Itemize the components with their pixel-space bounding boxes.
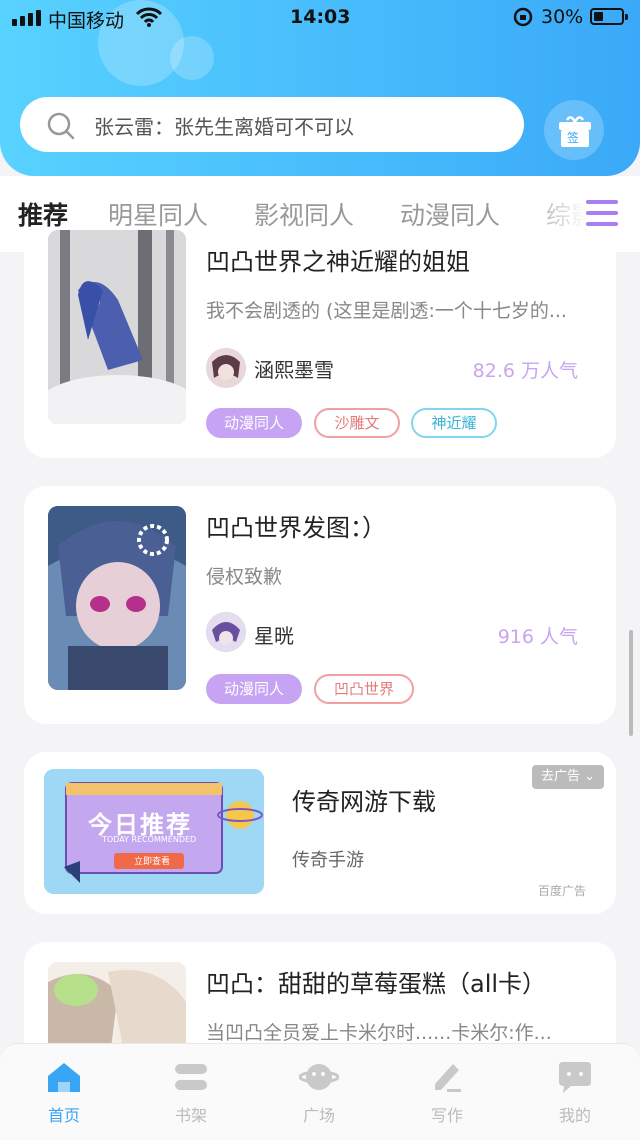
nav-label: 首页 <box>47 1106 80 1125</box>
ad-title: 传奇网游下载 <box>292 788 436 816</box>
ad-subtitle: 传奇手游 <box>292 850 364 871</box>
planet-icon <box>298 1064 340 1090</box>
popularity: 82.6 万人气 <box>472 360 578 382</box>
battery-percent: 30% <box>541 6 584 28</box>
tabs-overlay <box>0 176 640 252</box>
status-bar: 中国移动 14:03 30% <box>0 0 640 36</box>
search-bar[interactable]: 张云雷：张先生离婚可不可以 <box>20 97 524 152</box>
decor-bubble <box>170 36 214 80</box>
battery-icon <box>590 8 628 25</box>
tag[interactable]: 神近耀 <box>411 408 497 438</box>
header: 中国移动 14:03 30% 张云雷：张先生离婚可不可以 签 <box>0 0 640 176</box>
carrier-label: 中国移动 <box>48 10 125 32</box>
tag[interactable]: 凹凸世界 <box>314 674 414 704</box>
story-cover <box>48 506 186 690</box>
author-name[interactable]: 涵熙墨雪 <box>254 354 334 383</box>
story-card[interactable]: 凹凸世界之神近耀的姐姐 我不会剧透的 (这里是剧透:一个十七岁的... 涵熙墨雪… <box>24 230 616 458</box>
avatar[interactable] <box>206 348 246 388</box>
nav-label: 广场 <box>302 1106 335 1125</box>
search-icon <box>47 112 75 140</box>
pen-icon <box>435 1064 461 1092</box>
story-cover <box>48 230 186 424</box>
bookshelf-icon <box>175 1064 207 1090</box>
bottom-nav: 首页 书架 广场 写作 我的 <box>0 1043 640 1140</box>
nav-bookshelf[interactable]: 书架 <box>151 1060 231 1126</box>
rotation-lock-icon <box>513 7 533 27</box>
tag[interactable]: 动漫同人 <box>206 408 302 438</box>
clock: 14:03 <box>290 6 351 28</box>
story-desc: 侵权致歉 <box>206 566 283 588</box>
popularity: 916 人气 <box>497 626 578 648</box>
search-placeholder: 张云雷：张先生离婚可不可以 <box>94 115 354 139</box>
story-title: 凹凸：甜甜的草莓蛋糕（all卡） <box>206 970 547 998</box>
cover-image <box>48 506 186 690</box>
cover-image <box>48 230 186 424</box>
author-name[interactable]: 星晄 <box>254 620 294 649</box>
nav-label: 写作 <box>430 1106 463 1125</box>
avatar[interactable] <box>206 612 246 652</box>
tag[interactable]: 沙雕文 <box>314 408 400 438</box>
story-desc: 当凹凸全员爱上卡米尔时......卡米尔:作... <box>206 1022 552 1044</box>
nav-square[interactable]: 广场 <box>279 1060 359 1126</box>
ad-image-sub: TODAY RECOMMENDED <box>102 835 197 844</box>
nav-write[interactable]: 写作 <box>407 1060 487 1126</box>
gift-label: 签 <box>567 131 580 145</box>
signal-icon <box>12 10 41 26</box>
remove-ad-button[interactable]: 去广告 ⌄ <box>532 765 604 789</box>
wifi-icon <box>136 7 162 27</box>
ad-source: 百度广告 <box>538 884 587 898</box>
story-desc: 我不会剧透的 (这里是剧透:一个十七岁的... <box>206 300 567 322</box>
home-icon <box>48 1063 80 1092</box>
story-card[interactable]: 凹凸世界发图：） 侵权致歉 星晄 916 人气 动漫同人 凹凸世界 <box>24 486 616 724</box>
tag[interactable]: 动漫同人 <box>206 674 302 704</box>
chat-icon <box>559 1062 591 1093</box>
remove-ad-label: 去广告 <box>540 769 580 784</box>
story-title: 凹凸世界发图：） <box>206 514 386 542</box>
scrollbar[interactable] <box>629 630 633 736</box>
nav-home[interactable]: 首页 <box>24 1060 104 1126</box>
sign-in-button[interactable]: 签 <box>544 100 604 160</box>
chevron-down-icon: ⌄ <box>584 769 596 784</box>
nav-label: 我的 <box>558 1106 591 1125</box>
nav-me[interactable]: 我的 <box>535 1060 615 1126</box>
ad-card[interactable]: 今日推荐 TODAY RECOMMENDED 立即查看 传奇网游下载 传奇手游 … <box>24 752 616 914</box>
ad-image: 今日推荐 TODAY RECOMMENDED 立即查看 <box>44 769 264 894</box>
ad-image-button: 立即查看 <box>134 857 171 867</box>
nav-label: 书架 <box>174 1106 207 1125</box>
